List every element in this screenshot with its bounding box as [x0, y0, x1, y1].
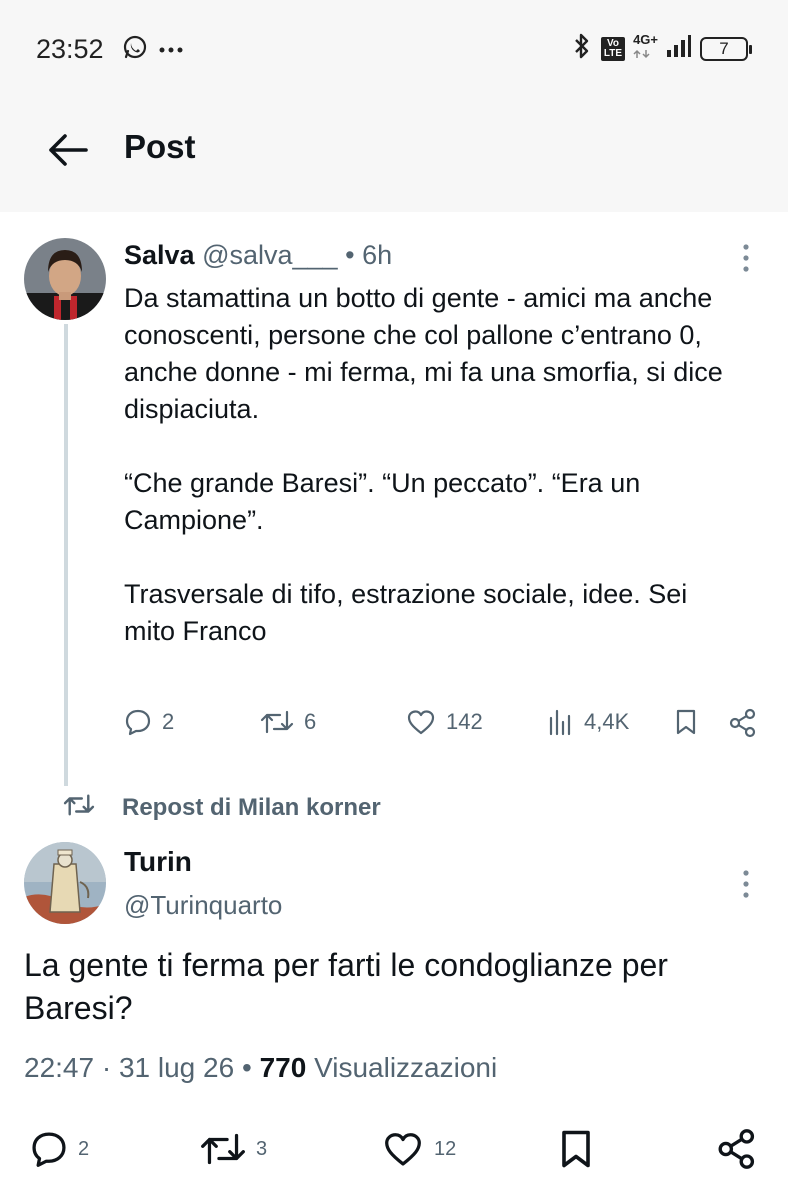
bookmark-icon — [674, 708, 698, 736]
reply-count: 2 — [162, 709, 175, 734]
tweet-text: La gente ti ferma per farti le condoglia… — [24, 947, 668, 1026]
reply-icon — [30, 1130, 68, 1168]
author-name[interactable]: Salva — [124, 240, 195, 270]
views-count: 4,4K — [584, 709, 630, 734]
more-options-icon[interactable] — [740, 868, 752, 900]
tweet-date: 31 lug 26 — [118, 1052, 235, 1083]
volte-bottom: LTE — [603, 47, 623, 59]
separator-dot: • — [345, 240, 355, 270]
repost-count: 3 — [256, 1137, 268, 1160]
author-name[interactable]: Turin — [124, 846, 192, 878]
repost-icon — [62, 792, 96, 823]
reply-count: 2 — [78, 1137, 90, 1160]
tweet-header: Salva @salva___ • 6h — [124, 240, 392, 271]
status-notifications — [122, 34, 184, 65]
tweet-time[interactable]: 6h — [362, 240, 392, 270]
repost-banner: Repost di Milan korner — [62, 792, 381, 823]
reply-icon — [124, 708, 152, 736]
tweet-meta: 22:47 · 31 lug 26 • 770 Visualizzazioni — [24, 1052, 497, 1084]
more-notifications-icon — [158, 41, 184, 59]
share-button[interactable] — [728, 708, 758, 738]
tweet-paragraph: Trasversale di tifo, estrazione sociale,… — [124, 579, 688, 646]
tweet-actions: 2 6 142 4,4K — [124, 708, 764, 748]
signal-icon — [666, 34, 692, 63]
status-bar: 23:52 Vo LTE 4G+ 7 — [0, 0, 788, 100]
like-button[interactable]: 12 — [382, 1130, 456, 1168]
heart-icon — [406, 708, 436, 736]
tweet-paragraph: Da stamattina un botto di gente - amici … — [124, 283, 723, 424]
reply-button[interactable]: 2 — [30, 1130, 89, 1168]
tweet-paragraph: “Che grande Baresi”. “Un peccato”. “Era … — [124, 468, 641, 535]
repost-button[interactable]: 6 — [260, 708, 316, 736]
top-bar: Post — [0, 100, 788, 212]
repost-button[interactable]: 3 — [200, 1130, 267, 1168]
repost-count: 6 — [304, 709, 317, 734]
views-button[interactable]: 4,4K — [548, 708, 629, 736]
views-icon — [548, 708, 574, 736]
whatsapp-icon — [122, 34, 148, 65]
page-title: Post — [124, 128, 196, 165]
tweet-time: 22:47 — [24, 1052, 95, 1083]
avatar-salva[interactable] — [24, 238, 106, 320]
separator-dot: · — [101, 1052, 112, 1083]
bookmark-button[interactable] — [674, 708, 698, 736]
back-arrow-icon[interactable] — [46, 130, 90, 170]
like-count: 12 — [434, 1137, 457, 1160]
volte-icon: Vo LTE — [600, 36, 626, 61]
bookmark-icon — [558, 1128, 594, 1170]
data-arrows-icon — [633, 46, 651, 64]
views-label[interactable]: Visualizzazioni — [314, 1052, 497, 1083]
tweet-text: Da stamattina un botto di gente - amici … — [124, 280, 744, 650]
repost-label[interactable]: Repost di Milan korner — [122, 794, 381, 822]
separator-dot: • — [241, 1052, 252, 1083]
more-options-icon[interactable] — [740, 242, 752, 274]
avatar-turin[interactable] — [24, 842, 106, 924]
views-count: 770 — [259, 1052, 307, 1083]
thread-line — [64, 324, 68, 786]
battery-icon: 7 — [700, 36, 752, 61]
repost-icon — [200, 1130, 246, 1168]
repost-icon — [260, 708, 294, 736]
status-system-icons: Vo LTE 4G+ 7 — [571, 32, 752, 65]
reply-button[interactable]: 2 — [124, 708, 174, 736]
author-handle[interactable]: @Turinquarto — [124, 890, 282, 921]
bluetooth-icon — [571, 32, 593, 65]
tweet-actions: 2 3 12 — [0, 1124, 788, 1174]
bookmark-button[interactable] — [558, 1128, 594, 1170]
like-button[interactable]: 142 — [406, 708, 483, 736]
network-indicator: 4G+ — [633, 33, 658, 64]
status-time: 23:52 — [36, 34, 104, 64]
like-count: 142 — [446, 709, 483, 734]
heart-icon — [382, 1130, 424, 1168]
author-handle[interactable]: @salva___ — [202, 240, 338, 270]
share-button[interactable] — [716, 1128, 758, 1170]
share-icon — [716, 1128, 758, 1170]
battery-level: 7 — [719, 38, 729, 58]
network-type: 4G+ — [633, 32, 658, 47]
share-icon — [728, 708, 758, 738]
